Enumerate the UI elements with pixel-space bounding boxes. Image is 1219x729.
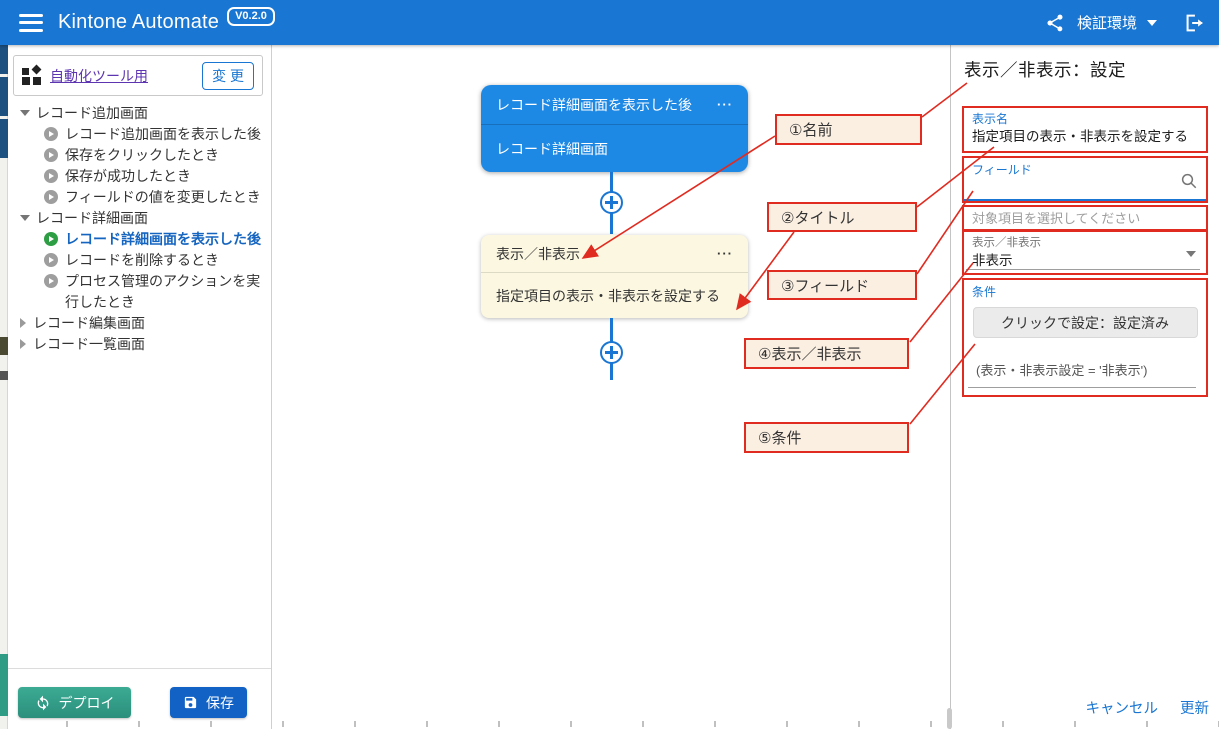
annotation-field: ③フィールド (767, 270, 917, 300)
display-name-field[interactable]: 表示名 指定項目の表示・非表示を設定する (962, 106, 1208, 153)
tree-group-record-list[interactable]: レコード一覧画面 (8, 334, 272, 355)
flow-canvas: レコード詳細画面を表示した後 ··· レコード詳細画面 表示／非表示 ··· 指… (272, 45, 950, 729)
expand-icon[interactable] (20, 318, 26, 328)
scrollbar-thumb[interactable] (947, 708, 952, 729)
play-circle-icon (44, 190, 58, 204)
tree-group-record-add[interactable]: レコード追加画面 (8, 103, 272, 124)
field-search-input[interactable]: フィールド (962, 156, 1208, 203)
display-name-value[interactable]: 指定項目の表示・非表示を設定する (972, 127, 1198, 147)
play-circle-icon (44, 127, 58, 141)
node-subtitle: レコード詳細画面 (496, 139, 608, 159)
expand-icon[interactable] (20, 339, 26, 349)
collapse-icon[interactable] (20, 110, 30, 116)
node-subtitle: 指定項目の表示・非表示を設定する (496, 286, 720, 306)
annotation-condition: ⑤条件 (744, 422, 909, 453)
kintone-app-icon (22, 66, 41, 85)
tree-group-record-detail[interactable]: レコード詳細画面 (8, 208, 272, 229)
play-circle-icon (44, 169, 58, 183)
panel-title: 表示／非表示：設定 (964, 57, 1126, 82)
flow-node-trigger[interactable]: レコード詳細画面を表示した後 ··· レコード詳細画面 (481, 85, 748, 172)
app-root: Kintone Automate V0.2.0 検証環境 自動化ツール用 変 更 (0, 0, 1219, 729)
field-label: フィールド (972, 162, 1198, 178)
node-title: 表示／非表示 (496, 244, 580, 264)
play-circle-icon-active (44, 232, 58, 246)
deploy-button[interactable]: デプロイ (18, 687, 131, 718)
tree-item-active[interactable]: レコード詳細画面を表示した後 (8, 229, 272, 250)
logout-icon[interactable] (1183, 12, 1205, 34)
bottom-ruler-ticks (0, 720, 1219, 729)
change-app-button[interactable]: 変 更 (202, 62, 254, 90)
flow-node-action[interactable]: 表示／非表示 ··· 指定項目の表示・非表示を設定する (481, 235, 748, 318)
annotation-visibility: ④表示／非表示 (744, 338, 909, 369)
app-name-link[interactable]: 自動化ツール用 (50, 66, 148, 86)
minimap-strip (0, 45, 8, 729)
save-disk-icon (183, 695, 198, 710)
collapse-icon[interactable] (20, 215, 30, 221)
search-icon[interactable] (1180, 172, 1198, 195)
visibility-value[interactable]: 非表示 (972, 251, 1198, 271)
dropdown-caret-icon[interactable] (1186, 251, 1196, 257)
play-circle-icon (44, 148, 58, 162)
add-step-icon[interactable] (600, 341, 623, 364)
annotation-name: ①名前 (775, 114, 922, 145)
annotation-title: ②タイトル (767, 202, 917, 232)
sidebar: 自動化ツール用 変 更 レコード追加画面 レコード追加画面を表示した後 保存をク… (8, 45, 272, 729)
save-button[interactable]: 保存 (170, 687, 247, 718)
tree-item[interactable]: プロセス管理のアクションを実行したとき (8, 271, 272, 313)
cancel-link[interactable]: キャンセル (1086, 697, 1159, 718)
event-tree: レコード追加画面 レコード追加画面を表示した後 保存をクリックしたとき 保存が成… (8, 103, 272, 355)
tree-item[interactable]: レコードを削除するとき (8, 250, 272, 271)
node-more-icon[interactable]: ··· (717, 246, 733, 261)
top-app-bar: Kintone Automate V0.2.0 検証環境 (0, 0, 1219, 45)
app-title: Kintone Automate (58, 11, 219, 34)
hamburger-menu-icon[interactable] (19, 14, 43, 32)
share-icon[interactable] (1045, 13, 1065, 33)
sync-icon (35, 695, 51, 711)
condition-section: 条件 クリックで設定：設定済み (表示・非表示設定 = '非表示') (962, 278, 1208, 397)
condition-set-button[interactable]: クリックで設定：設定済み (973, 307, 1198, 338)
play-circle-icon (44, 253, 58, 267)
tree-group-record-edit[interactable]: レコード編集画面 (8, 313, 272, 334)
settings-panel: 表示／非表示：設定 表示名 指定項目の表示・非表示を設定する フィールド 対象項… (950, 45, 1219, 729)
field-helper: 対象項目を選択してください (962, 205, 1208, 231)
environment-caret-icon[interactable] (1147, 20, 1157, 26)
input-focus-underline (964, 199, 1206, 201)
visibility-label: 表示／非表示 (972, 235, 1198, 251)
underline (966, 269, 1200, 270)
play-circle-icon (44, 274, 58, 288)
add-step-icon[interactable] (600, 191, 623, 214)
app-card: 自動化ツール用 変 更 (13, 55, 263, 96)
update-link[interactable]: 更新 (1180, 697, 1209, 718)
environment-label[interactable]: 検証環境 (1077, 12, 1137, 33)
tree-item[interactable]: 保存をクリックしたとき (8, 145, 272, 166)
condition-summary: (表示・非表示設定 = '非表示') (972, 360, 1198, 379)
display-name-label: 表示名 (972, 111, 1198, 127)
condition-label: 条件 (972, 284, 1198, 300)
version-badge: V0.2.0 (227, 7, 275, 26)
node-more-icon[interactable]: ··· (717, 97, 733, 112)
underline (968, 387, 1196, 388)
tree-item[interactable]: フィールドの値を変更したとき (8, 187, 272, 208)
tree-item[interactable]: 保存が成功したとき (8, 166, 272, 187)
node-title: レコード詳細画面を表示した後 (496, 95, 692, 115)
tree-item[interactable]: レコード追加画面を表示した後 (8, 124, 272, 145)
visibility-dropdown[interactable]: 表示／非表示 非表示 (962, 230, 1208, 275)
